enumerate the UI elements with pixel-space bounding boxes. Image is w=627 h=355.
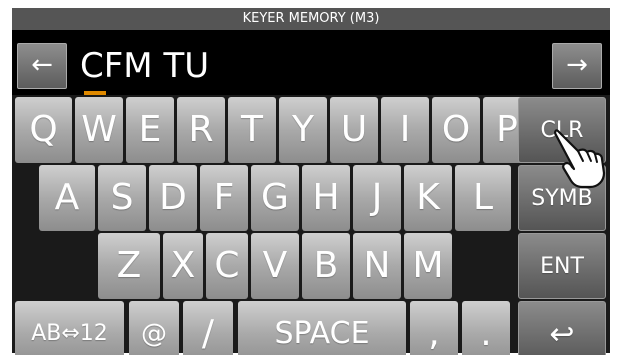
key-at[interactable]: @ (129, 301, 179, 355)
key-y[interactable]: Y (279, 97, 327, 163)
key-c[interactable]: C (206, 233, 248, 299)
mode-toggle-key[interactable]: AB⇔12 (15, 301, 124, 355)
key-n[interactable]: N (353, 233, 401, 299)
return-button[interactable]: ↩ (518, 301, 606, 355)
key-comma[interactable]: , (410, 301, 458, 355)
key-x[interactable]: X (163, 233, 203, 299)
keyboard: Q W E R T Y U I O P A S D F G H J K L Z … (12, 95, 610, 355)
key-d[interactable]: D (149, 165, 197, 231)
key-e[interactable]: E (126, 97, 174, 163)
key-r[interactable]: R (177, 97, 225, 163)
key-u[interactable]: U (330, 97, 378, 163)
key-slash[interactable]: / (183, 301, 233, 355)
title-bar: KEYER MEMORY (M3) (12, 8, 610, 30)
key-k[interactable]: K (404, 165, 452, 231)
key-period[interactable]: . (462, 301, 510, 355)
pointing-hand-icon (554, 129, 606, 189)
cursor-left-button[interactable]: ← (17, 43, 67, 89)
key-o[interactable]: O (432, 97, 480, 163)
memory-text-input[interactable]: CFM TU (80, 43, 209, 89)
key-z[interactable]: Z (98, 233, 160, 299)
key-s[interactable]: S (98, 165, 146, 231)
key-v[interactable]: V (251, 233, 299, 299)
key-b[interactable]: B (302, 233, 350, 299)
key-g[interactable]: G (251, 165, 299, 231)
key-l[interactable]: L (455, 165, 511, 231)
key-j[interactable]: J (353, 165, 401, 231)
enter-button[interactable]: ENT (518, 233, 606, 299)
key-f[interactable]: F (200, 165, 248, 231)
space-key[interactable]: SPACE (238, 301, 406, 355)
key-m[interactable]: M (404, 233, 452, 299)
key-q[interactable]: Q (15, 97, 72, 163)
keyer-memory-screen: KEYER MEMORY (M3) ← CFM TU → Q W E R T Y… (12, 8, 610, 355)
key-a[interactable]: A (39, 165, 95, 231)
key-i[interactable]: I (381, 97, 429, 163)
cursor-right-button[interactable]: → (552, 43, 602, 89)
key-w[interactable]: W (75, 97, 123, 163)
key-t[interactable]: T (228, 97, 276, 163)
key-h[interactable]: H (302, 165, 350, 231)
